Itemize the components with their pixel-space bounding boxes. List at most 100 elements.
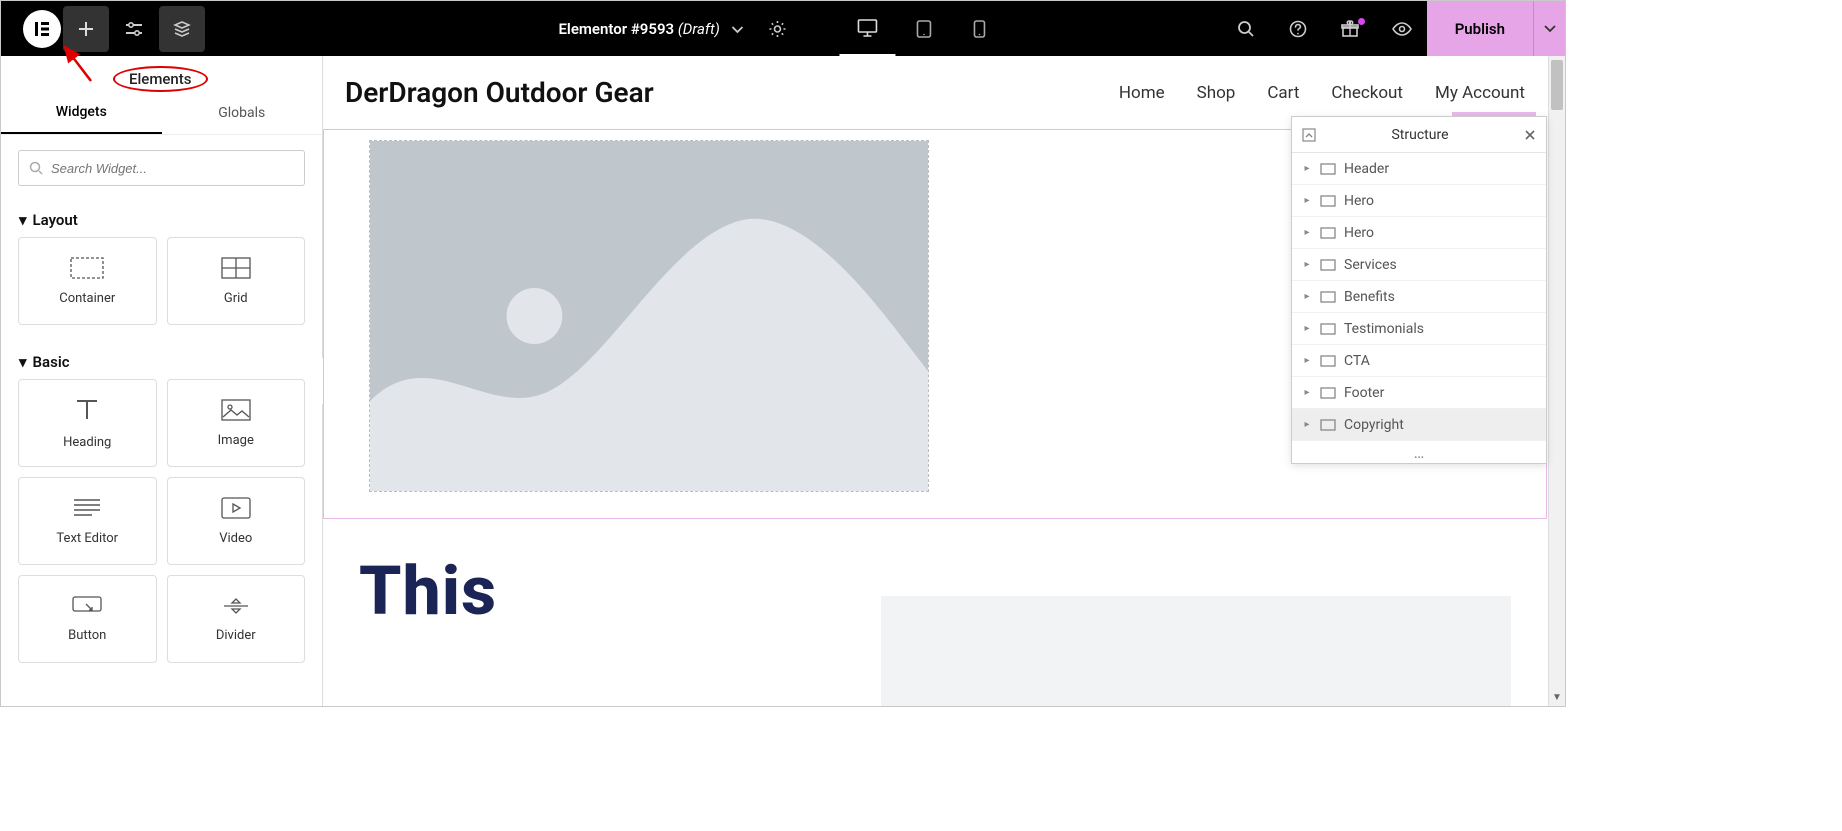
device-desktop-button[interactable] — [840, 1, 896, 56]
widget-grid[interactable]: Grid — [167, 237, 306, 325]
nav-shop[interactable]: Shop — [1197, 83, 1236, 103]
document-status: (Draft) — [678, 20, 720, 38]
app-root: Elementor #9593 (Draft) — [0, 0, 1566, 707]
scroll-down-arrow[interactable]: ▼ — [1549, 689, 1565, 706]
layout-widget-grid: Container Grid — [1, 237, 322, 343]
structure-more-button[interactable]: … — [1292, 441, 1546, 463]
gear-icon — [769, 20, 787, 38]
collapse-up-icon — [1302, 128, 1316, 142]
layers-icon — [173, 20, 191, 38]
structure-item-label: Copyright — [1344, 417, 1404, 433]
caret-down-icon: ▾ — [19, 211, 27, 229]
structure-item-label: Hero — [1344, 225, 1374, 241]
structure-item-footer[interactable]: ▸Footer — [1292, 377, 1546, 409]
search-icon — [1237, 20, 1255, 38]
structure-item-label: Footer — [1344, 385, 1384, 401]
widget-video[interactable]: Video — [167, 477, 306, 565]
nav-cart[interactable]: Cart — [1267, 83, 1299, 103]
caret-right-icon: ▸ — [1302, 195, 1312, 206]
notification-dot — [1358, 18, 1365, 25]
tablet-icon — [916, 20, 931, 38]
structure-title: Structure — [1316, 127, 1524, 143]
device-tablet-button[interactable] — [896, 1, 952, 56]
topbar: Elementor #9593 (Draft) — [1, 1, 1565, 56]
chevron-down-icon[interactable] — [732, 26, 744, 34]
desktop-icon — [858, 19, 878, 37]
widget-button[interactable]: Button — [18, 575, 157, 663]
widget-divider[interactable]: Divider — [167, 575, 306, 663]
gift-icon — [1341, 20, 1359, 38]
mobile-icon — [974, 20, 986, 38]
page-settings-button[interactable] — [761, 6, 795, 52]
structure-list: ▸Header▸Hero▸Hero▸Services▸Benefits▸Test… — [1292, 153, 1546, 441]
structure-item-benefits[interactable]: ▸Benefits — [1292, 281, 1546, 313]
help-button[interactable] — [1273, 6, 1323, 52]
widget-heading[interactable]: Heading — [18, 379, 157, 467]
caret-right-icon: ▸ — [1302, 259, 1312, 270]
caret-down-icon: ▾ — [19, 353, 27, 371]
caret-right-icon: ▸ — [1302, 355, 1312, 366]
structure-item-hero[interactable]: ▸ Hero — [1292, 217, 1546, 249]
help-icon — [1289, 20, 1307, 38]
preview-button[interactable] — [1377, 6, 1427, 52]
structure-item-label: Testimonials — [1344, 321, 1424, 337]
container-icon — [1320, 291, 1336, 303]
elementor-logo[interactable] — [23, 10, 61, 48]
tab-widgets[interactable]: Widgets — [1, 91, 162, 134]
plus-icon — [77, 20, 95, 38]
vertical-scrollbar[interactable]: ▲ ▼ — [1548, 56, 1565, 706]
structure-collapse-button[interactable] — [1302, 128, 1316, 142]
structure-item-testimonials[interactable]: ▸ Testimonials — [1292, 313, 1546, 345]
structure-item-hero[interactable]: ▸ Hero — [1292, 185, 1546, 217]
structure-item-label: Hero — [1344, 193, 1374, 209]
container-icon — [70, 257, 104, 279]
caret-right-icon: ▸ — [1302, 323, 1312, 334]
caret-right-icon: ▸ — [1302, 227, 1312, 238]
caret-right-icon: ▸ — [1302, 419, 1312, 430]
panel-tabs: Widgets Globals — [1, 91, 322, 135]
container-icon — [1320, 419, 1336, 431]
document-title[interactable]: Elementor #9593 (Draft) — [558, 20, 743, 38]
container-icon — [1320, 323, 1336, 335]
structure-item-header[interactable]: ▸Header — [1292, 153, 1546, 185]
finder-button[interactable] — [1221, 6, 1271, 52]
whats-new-button[interactable] — [1325, 6, 1375, 52]
publish-options-button[interactable] — [1533, 1, 1565, 56]
site-settings-button[interactable] — [111, 6, 157, 52]
structure-item-label: Header — [1344, 161, 1389, 177]
search-input-field[interactable] — [51, 161, 294, 176]
widget-text-editor[interactable]: Text Editor — [18, 477, 157, 565]
container-selected[interactable] — [369, 140, 929, 492]
chevron-down-icon — [1544, 25, 1556, 33]
image-placeholder[interactable] — [370, 141, 928, 491]
image-icon — [221, 399, 251, 421]
tab-globals[interactable]: Globals — [162, 91, 323, 134]
device-mobile-button[interactable] — [952, 1, 1008, 56]
container-icon — [1320, 195, 1336, 207]
add-element-button[interactable] — [63, 6, 109, 52]
basic-widget-grid: Heading Image Text Editor Video Button D… — [1, 379, 322, 681]
nav-checkout[interactable]: Checkout — [1331, 83, 1403, 103]
publish-button[interactable]: Publish — [1427, 1, 1533, 56]
topbar-center: Elementor #9593 (Draft) — [558, 1, 1007, 56]
widget-container[interactable]: Container — [18, 237, 157, 325]
eye-icon — [1392, 22, 1412, 36]
category-basic-header[interactable]: ▾ Basic — [1, 343, 322, 379]
nav-my-account[interactable]: My Account — [1435, 83, 1525, 103]
nav-home[interactable]: Home — [1119, 83, 1165, 103]
sliders-icon — [125, 22, 143, 36]
structure-header: Structure — [1292, 117, 1546, 153]
structure-item-cta[interactable]: ▸ CTA — [1292, 345, 1546, 377]
search-widget-input[interactable] — [18, 150, 305, 186]
scrollbar-thumb[interactable] — [1551, 60, 1563, 110]
structure-item-copyright[interactable]: ▸ Copyright — [1292, 409, 1546, 441]
caret-right-icon: ▸ — [1302, 291, 1312, 302]
structure-item-services[interactable]: ▸Services — [1292, 249, 1546, 281]
structure-close-button[interactable] — [1524, 129, 1536, 141]
structure-item-label: CTA — [1344, 353, 1370, 369]
category-layout-header[interactable]: ▾ Layout — [1, 201, 322, 237]
structure-toggle-button[interactable] — [159, 6, 205, 52]
site-brand: DerDragon Outdoor Gear — [345, 76, 654, 109]
preview-gray-block — [881, 596, 1511, 706]
widget-image[interactable]: Image — [167, 379, 306, 467]
